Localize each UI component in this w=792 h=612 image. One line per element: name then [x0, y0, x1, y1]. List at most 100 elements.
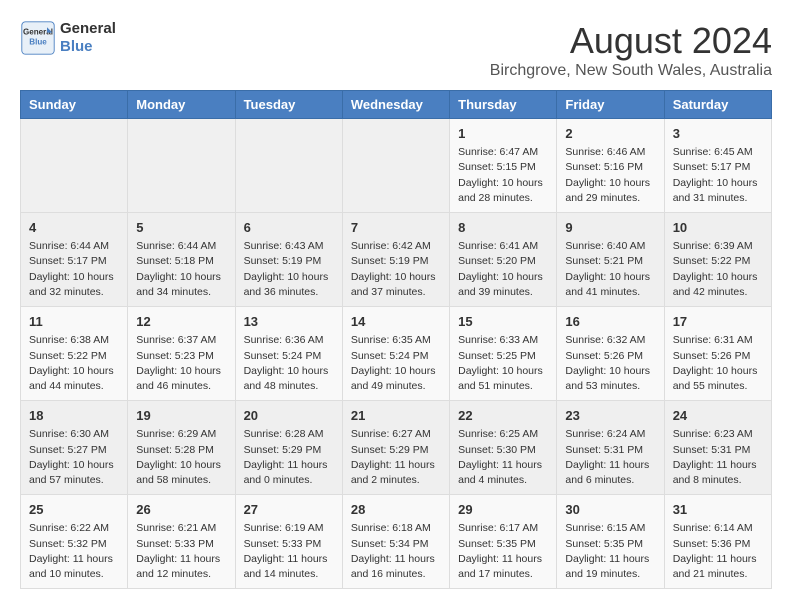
day-number: 6	[244, 219, 334, 237]
calendar-cell: 30 Sunrise: 6:15 AMSunset: 5:35 PMDayligh…	[557, 495, 664, 589]
day-info: Sunrise: 6:35 AMSunset: 5:24 PMDaylight:…	[351, 333, 441, 394]
weekday-header-wednesday: Wednesday	[342, 91, 449, 119]
day-info: Sunrise: 6:43 AMSunset: 5:19 PMDaylight:…	[244, 239, 334, 300]
day-number: 19	[136, 407, 226, 425]
day-info: Sunrise: 6:44 AMSunset: 5:18 PMDaylight:…	[136, 239, 226, 300]
day-info: Sunrise: 6:36 AMSunset: 5:24 PMDaylight:…	[244, 333, 334, 394]
calendar-cell	[235, 119, 342, 213]
calendar-cell: 19 Sunrise: 6:29 AMSunset: 5:28 PMDayligh…	[128, 401, 235, 495]
calendar-cell: 4 Sunrise: 6:44 AMSunset: 5:17 PMDaylight…	[21, 213, 128, 307]
calendar-cell: 16Sunrise: 6:32 AMSunset: 5:26 PMDayligh…	[557, 307, 664, 401]
calendar-cell: 7Sunrise: 6:42 AMSunset: 5:19 PMDaylight…	[342, 213, 449, 307]
day-number: 26	[136, 501, 226, 519]
day-info: Sunrise: 6:15 AMSunset: 5:35 PMDaylight:…	[565, 521, 655, 582]
day-info: Sunrise: 6:33 AMSunset: 5:25 PMDaylight:…	[458, 333, 548, 394]
day-info: Sunrise: 6:29 AMSunset: 5:28 PMDaylight:…	[136, 427, 226, 488]
calendar-cell: 8 Sunrise: 6:41 AMSunset: 5:20 PMDaylight…	[450, 213, 557, 307]
day-number: 9	[565, 219, 655, 237]
location-subtitle: Birchgrove, New South Wales, Australia	[490, 62, 772, 80]
day-number: 13	[244, 313, 334, 331]
calendar-cell	[128, 119, 235, 213]
day-number: 30	[565, 501, 655, 519]
day-info: Sunrise: 6:19 AMSunset: 5:33 PMDaylight:…	[244, 521, 334, 582]
calendar-cell: 23 Sunrise: 6:24 AMSunset: 5:31 PMDayligh…	[557, 401, 664, 495]
calendar-cell: 10 Sunrise: 6:39 AMSunset: 5:22 PMDayligh…	[664, 213, 771, 307]
day-info: Sunrise: 6:39 AMSunset: 5:22 PMDaylight:…	[673, 239, 763, 300]
day-info: Sunrise: 6:27 AMSunset: 5:29 PMDaylight:…	[351, 427, 441, 488]
day-number: 1	[458, 125, 548, 143]
day-number: 12	[136, 313, 226, 331]
calendar-cell: 21 Sunrise: 6:27 AMSunset: 5:29 PMDayligh…	[342, 401, 449, 495]
week-row-1: 1Sunrise: 6:47 AMSunset: 5:15 PMDaylight…	[21, 119, 772, 213]
calendar-table: SundayMondayTuesdayWednesdayThursdayFrid…	[20, 90, 772, 589]
logo-general: General	[60, 20, 116, 38]
calendar-cell: 27Sunrise: 6:19 AMSunset: 5:33 PMDayligh…	[235, 495, 342, 589]
day-info: Sunrise: 6:46 AMSunset: 5:16 PMDaylight:…	[565, 145, 655, 206]
day-info: Sunrise: 6:40 AMSunset: 5:21 PMDaylight:…	[565, 239, 655, 300]
day-number: 15	[458, 313, 548, 331]
weekday-header-thursday: Thursday	[450, 91, 557, 119]
logo: General Blue General Blue	[20, 20, 116, 56]
day-number: 17	[673, 313, 763, 331]
day-info: Sunrise: 6:38 AMSunset: 5:22 PMDaylight:…	[29, 333, 119, 394]
day-info: Sunrise: 6:25 AMSunset: 5:30 PMDaylight:…	[458, 427, 548, 488]
weekday-header-row: SundayMondayTuesdayWednesdayThursdayFrid…	[21, 91, 772, 119]
day-number: 28	[351, 501, 441, 519]
calendar-cell: 11 Sunrise: 6:38 AMSunset: 5:22 PMDayligh…	[21, 307, 128, 401]
day-number: 14	[351, 313, 441, 331]
day-number: 18	[29, 407, 119, 425]
day-info: Sunrise: 6:28 AMSunset: 5:29 PMDaylight:…	[244, 427, 334, 488]
weekday-header-tuesday: Tuesday	[235, 91, 342, 119]
day-info: Sunrise: 6:44 AMSunset: 5:17 PMDaylight:…	[29, 239, 119, 300]
day-number: 11	[29, 313, 119, 331]
calendar-cell: 14 Sunrise: 6:35 AMSunset: 5:24 PMDayligh…	[342, 307, 449, 401]
calendar-cell: 12Sunrise: 6:37 AMSunset: 5:23 PMDayligh…	[128, 307, 235, 401]
logo-blue: Blue	[60, 38, 116, 56]
calendar-cell: 3 Sunrise: 6:45 AMSunset: 5:17 PMDaylight…	[664, 119, 771, 213]
day-info: Sunrise: 6:18 AMSunset: 5:34 PMDaylight:…	[351, 521, 441, 582]
calendar-cell: 6 Sunrise: 6:43 AMSunset: 5:19 PMDaylight…	[235, 213, 342, 307]
day-number: 5	[136, 219, 226, 237]
day-number: 31	[673, 501, 763, 519]
calendar-cell: 1Sunrise: 6:47 AMSunset: 5:15 PMDaylight…	[450, 119, 557, 213]
calendar-cell: 28 Sunrise: 6:18 AMSunset: 5:34 PMDayligh…	[342, 495, 449, 589]
calendar-cell: 24Sunrise: 6:23 AMSunset: 5:31 PMDayligh…	[664, 401, 771, 495]
logo-icon: General Blue	[20, 20, 56, 56]
day-info: Sunrise: 6:45 AMSunset: 5:17 PMDaylight:…	[673, 145, 763, 206]
day-number: 2	[565, 125, 655, 143]
day-number: 29	[458, 501, 548, 519]
weekday-header-saturday: Saturday	[664, 91, 771, 119]
day-number: 21	[351, 407, 441, 425]
day-number: 3	[673, 125, 763, 143]
day-info: Sunrise: 6:23 AMSunset: 5:31 PMDaylight:…	[673, 427, 763, 488]
week-row-4: 18Sunrise: 6:30 AMSunset: 5:27 PMDayligh…	[21, 401, 772, 495]
calendar-cell	[342, 119, 449, 213]
day-info: Sunrise: 6:32 AMSunset: 5:26 PMDaylight:…	[565, 333, 655, 394]
calendar-cell: 5 Sunrise: 6:44 AMSunset: 5:18 PMDaylight…	[128, 213, 235, 307]
calendar-cell: 13 Sunrise: 6:36 AMSunset: 5:24 PMDayligh…	[235, 307, 342, 401]
calendar-cell: 31 Sunrise: 6:14 AMSunset: 5:36 PMDayligh…	[664, 495, 771, 589]
week-row-5: 25 Sunrise: 6:22 AMSunset: 5:32 PMDayligh…	[21, 495, 772, 589]
calendar-cell: 22Sunrise: 6:25 AMSunset: 5:30 PMDayligh…	[450, 401, 557, 495]
calendar-cell: 15 Sunrise: 6:33 AMSunset: 5:25 PMDayligh…	[450, 307, 557, 401]
day-number: 23	[565, 407, 655, 425]
day-number: 25	[29, 501, 119, 519]
calendar-cell: 26Sunrise: 6:21 AMSunset: 5:33 PMDayligh…	[128, 495, 235, 589]
calendar-cell: 25 Sunrise: 6:22 AMSunset: 5:32 PMDayligh…	[21, 495, 128, 589]
day-info: Sunrise: 6:42 AMSunset: 5:19 PMDaylight:…	[351, 239, 441, 300]
day-info: Sunrise: 6:41 AMSunset: 5:20 PMDaylight:…	[458, 239, 548, 300]
month-title: August 2024	[490, 20, 772, 62]
day-info: Sunrise: 6:14 AMSunset: 5:36 PMDaylight:…	[673, 521, 763, 582]
weekday-header-sunday: Sunday	[21, 91, 128, 119]
calendar-cell: 17Sunrise: 6:31 AMSunset: 5:26 PMDayligh…	[664, 307, 771, 401]
day-number: 8	[458, 219, 548, 237]
day-info: Sunrise: 6:17 AMSunset: 5:35 PMDaylight:…	[458, 521, 548, 582]
day-number: 10	[673, 219, 763, 237]
calendar-cell: 9 Sunrise: 6:40 AMSunset: 5:21 PMDaylight…	[557, 213, 664, 307]
calendar-cell: 2 Sunrise: 6:46 AMSunset: 5:16 PMDaylight…	[557, 119, 664, 213]
day-info: Sunrise: 6:24 AMSunset: 5:31 PMDaylight:…	[565, 427, 655, 488]
week-row-2: 4 Sunrise: 6:44 AMSunset: 5:17 PMDaylight…	[21, 213, 772, 307]
day-number: 4	[29, 219, 119, 237]
day-info: Sunrise: 6:22 AMSunset: 5:32 PMDaylight:…	[29, 521, 119, 582]
day-number: 20	[244, 407, 334, 425]
